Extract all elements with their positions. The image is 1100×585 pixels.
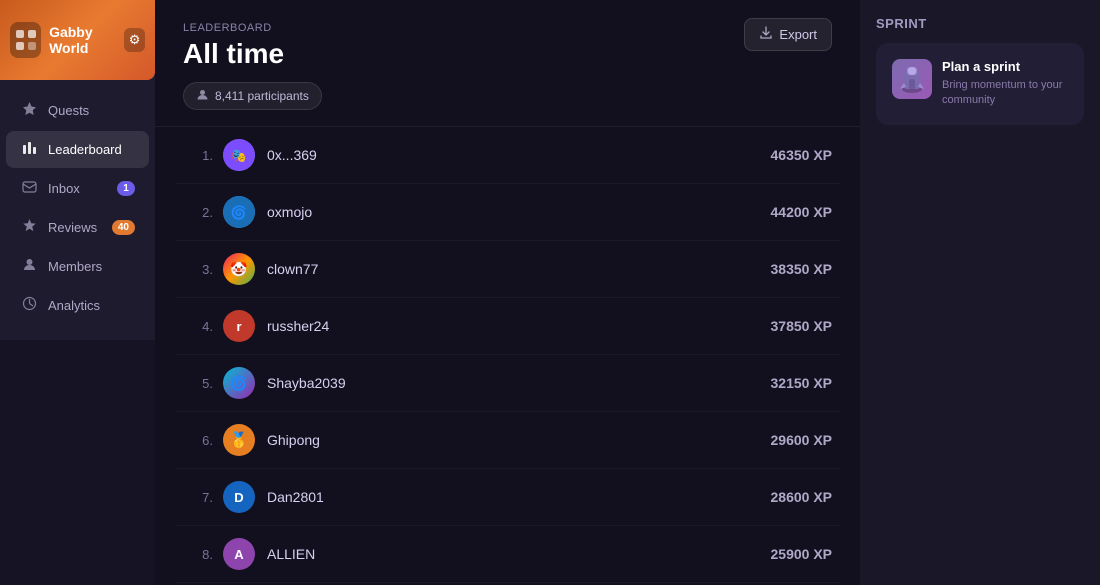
avatar: 🌀 (223, 367, 255, 399)
sidebar-item-reviews[interactable]: Reviews 40 (6, 209, 149, 246)
sidebar-item-quests[interactable]: Quests (6, 92, 149, 129)
rank: 4. (183, 319, 213, 334)
avatar: r (223, 310, 255, 342)
right-panel: Sprint Plan a sprint Bring momentum to y… (860, 0, 1100, 585)
sidebar-item-label: Members (48, 259, 102, 274)
logo-icon (10, 22, 41, 58)
sprint-card-content: Plan a sprint Bring momentum to your com… (892, 59, 1068, 109)
sidebar-logo: Gabby World (10, 22, 124, 58)
username: clown77 (267, 261, 742, 277)
members-icon (20, 257, 38, 276)
table-row[interactable]: 3. 🤡 clown77 38350 XP (175, 241, 840, 298)
svg-text:🎭: 🎭 (231, 148, 247, 163)
reviews-icon (20, 218, 38, 237)
sprint-card-desc: Bring momentum to your community (942, 78, 1068, 109)
rank: 3. (183, 262, 213, 277)
sidebar-item-label: Inbox (48, 181, 80, 196)
sidebar-item-analytics[interactable]: Analytics (6, 287, 149, 324)
leaderboard-header: Leaderboard All time 8,411 participants … (155, 0, 860, 127)
xp-score: 32150 XP (742, 375, 832, 391)
svg-text:🤡: 🤡 (230, 261, 247, 277)
inbox-icon (20, 179, 38, 198)
participants-count: 8,411 participants (215, 89, 309, 103)
sprint-section-title: Sprint (876, 16, 1084, 31)
rank: 7. (183, 490, 213, 505)
export-button[interactable]: Export (744, 18, 832, 51)
sidebar-nav: Quests Leaderboard Inbox 1 Reviews 40 (0, 80, 155, 336)
table-row[interactable]: 6. 🥇 Ghipong 29600 XP (175, 412, 840, 469)
table-row[interactable]: 8. A ALLIEN 25900 XP (175, 526, 840, 583)
avatar: 🌀 (223, 196, 255, 228)
xp-score: 38350 XP (742, 261, 832, 277)
table-row[interactable]: 5. 🌀 Shayba2039 32150 XP (175, 355, 840, 412)
username: 0x...369 (267, 147, 742, 163)
analytics-icon (20, 296, 38, 315)
rank: 5. (183, 376, 213, 391)
avatar: D (223, 481, 255, 513)
sidebar-item-label: Quests (48, 103, 89, 118)
sprint-avatar-icon (892, 59, 932, 99)
quests-icon (20, 101, 38, 120)
table-row[interactable]: 2. 🌀 oxmojo 44200 XP (175, 184, 840, 241)
rank: 2. (183, 205, 213, 220)
table-row[interactable]: 1. 🎭 0x...369 46350 XP (175, 127, 840, 184)
xp-score: 25900 XP (742, 546, 832, 562)
sidebar-header: Gabby World ⚙ (0, 0, 155, 80)
sprint-card-title: Plan a sprint (942, 59, 1068, 74)
xp-score: 46350 XP (742, 147, 832, 163)
leaderboard-list: 1. 🎭 0x...369 46350 XP 2. 🌀 oxmojo 44200… (155, 127, 860, 585)
sidebar-item-label: Reviews (48, 220, 97, 235)
sidebar-title: Gabby World (49, 24, 124, 56)
rank: 6. (183, 433, 213, 448)
export-icon (759, 26, 773, 43)
avatar: 🥇 (223, 424, 255, 456)
export-label: Export (779, 27, 817, 42)
breadcrumb: Leaderboard (183, 22, 832, 34)
xp-score: 44200 XP (742, 204, 832, 220)
page-title: All time (183, 38, 832, 70)
sidebar: Gabby World ⚙ Quests Leaderboard Inbox 1 (0, 0, 155, 585)
sidebar-item-members[interactable]: Members (6, 248, 149, 285)
participants-badge[interactable]: 8,411 participants (183, 82, 322, 110)
svg-text:🌀: 🌀 (231, 204, 247, 220)
username: Shayba2039 (267, 375, 742, 391)
xp-score: 37850 XP (742, 318, 832, 334)
avatar: A (223, 538, 255, 570)
sprint-card[interactable]: Plan a sprint Bring momentum to your com… (876, 43, 1084, 125)
table-row[interactable]: 4. r russher24 37850 XP (175, 298, 840, 355)
rank: 8. (183, 547, 213, 562)
main-content: Leaderboard All time 8,411 participants … (155, 0, 860, 585)
sidebar-item-label: Analytics (48, 298, 100, 313)
avatar: 🎭 (223, 139, 255, 171)
username: Dan2801 (267, 489, 742, 505)
reviews-badge: 40 (112, 220, 135, 235)
sidebar-item-inbox[interactable]: Inbox 1 (6, 170, 149, 207)
table-row[interactable]: 7. D Dan2801 28600 XP (175, 469, 840, 526)
sidebar-item-leaderboard[interactable]: Leaderboard (6, 131, 149, 168)
username: russher24 (267, 318, 742, 334)
xp-score: 28600 XP (742, 489, 832, 505)
username: ALLIEN (267, 546, 742, 562)
svg-text:🌀: 🌀 (230, 374, 247, 392)
rank: 1. (183, 148, 213, 163)
inbox-badge: 1 (117, 181, 135, 196)
xp-score: 29600 XP (742, 432, 832, 448)
sidebar-bottom (0, 340, 155, 585)
leaderboard-icon (20, 140, 38, 159)
username: Ghipong (267, 432, 742, 448)
avatar: 🤡 (223, 253, 255, 285)
sidebar-item-label: Leaderboard (48, 142, 122, 157)
username: oxmojo (267, 204, 742, 220)
settings-icon[interactable]: ⚙ (124, 28, 145, 52)
participants-icon (196, 88, 209, 104)
sprint-info: Plan a sprint Bring momentum to your com… (942, 59, 1068, 109)
